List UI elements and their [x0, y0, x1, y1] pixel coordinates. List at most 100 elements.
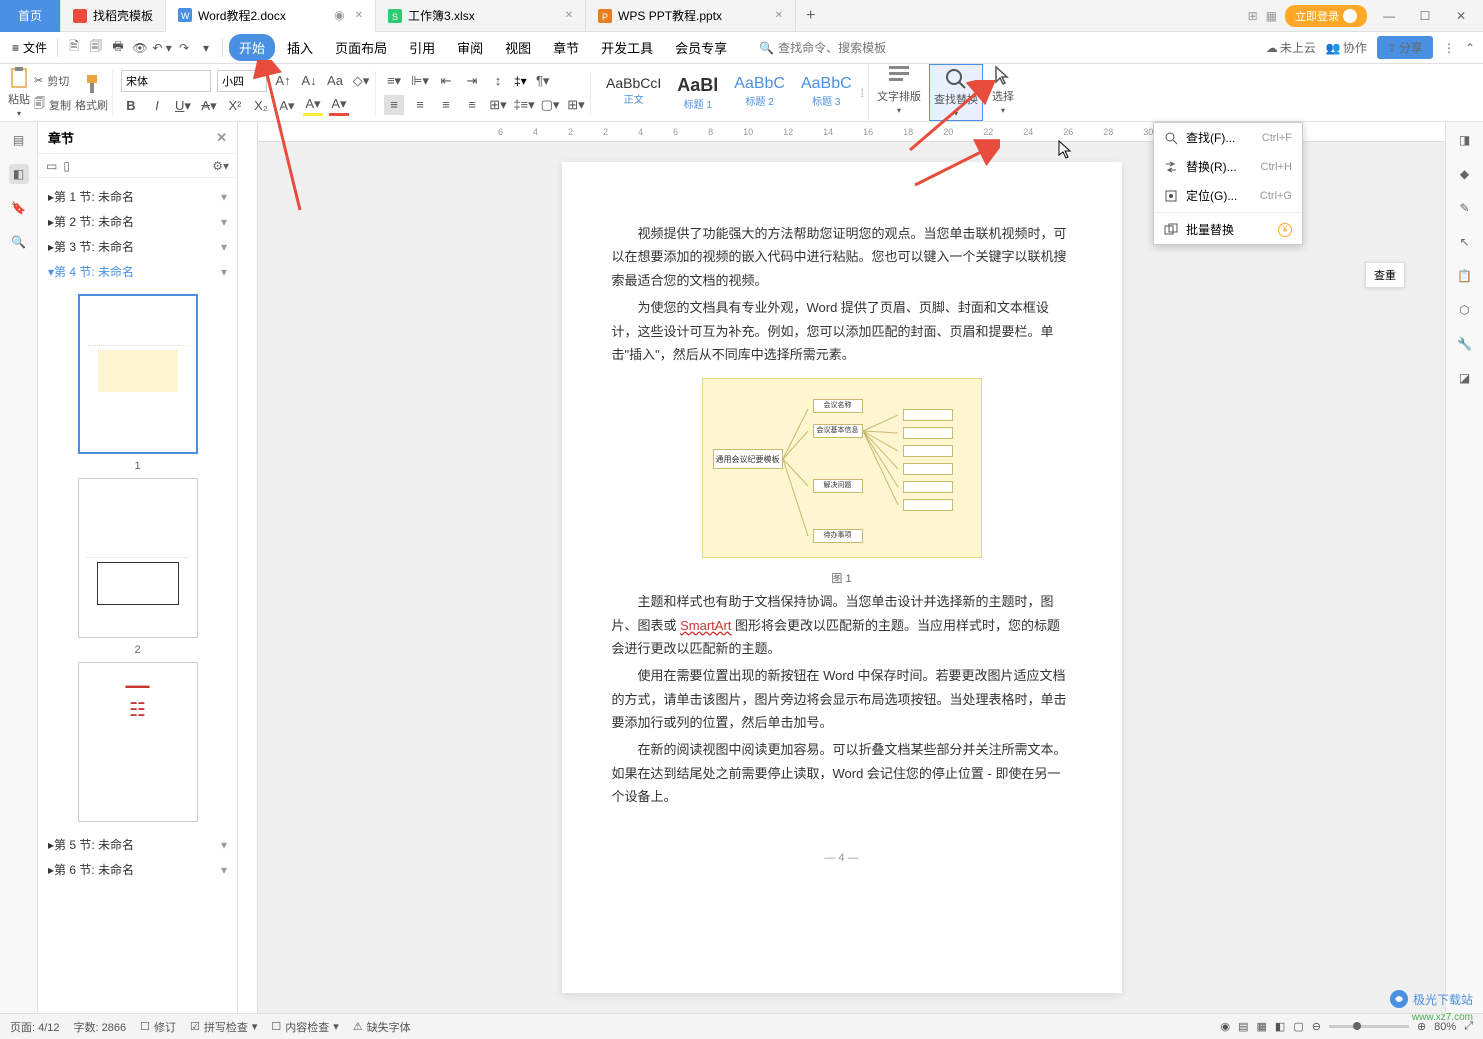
increase-font-icon[interactable]: A↑	[273, 71, 293, 91]
maximize-button[interactable]: ☐	[1411, 9, 1439, 23]
outline-item-3[interactable]: ▸ 第 3 节: 未命名▾	[38, 234, 237, 259]
page-thumb-2[interactable]	[78, 478, 198, 638]
rail-bookmark-icon[interactable]: 🔖	[9, 198, 29, 218]
rail-pen-icon[interactable]: ✎	[1455, 198, 1475, 218]
close-icon[interactable]: ✕	[565, 10, 573, 21]
tool-blank-icon[interactable]: ▯	[63, 159, 70, 173]
font-select[interactable]	[121, 70, 211, 92]
paste-button[interactable]: 粘贴▾	[8, 67, 30, 118]
dropdown-find[interactable]: 查找(F)... Ctrl+F	[1154, 123, 1302, 152]
italic-button[interactable]: I	[147, 96, 167, 116]
status-page[interactable]: 页面: 4/12	[10, 1019, 60, 1035]
tab-templates[interactable]: 找稻壳模板	[61, 0, 166, 32]
share-button[interactable]: ⇪ 分享	[1377, 36, 1433, 59]
style-normal[interactable]: AaBbCcI 正文	[599, 72, 668, 114]
view-read-icon[interactable]: ◉	[1220, 1020, 1230, 1033]
tab-home[interactable]: 首页	[0, 0, 61, 32]
line-height-button[interactable]: ‡≡▾	[514, 95, 534, 115]
print-preview-icon[interactable]: 👁	[130, 38, 150, 58]
outline-item-5[interactable]: ▸ 第 5 节: 未命名▾	[38, 832, 237, 857]
style-heading1[interactable]: AaBl 标题 1	[670, 72, 725, 114]
zoom-slider[interactable]	[1329, 1025, 1409, 1028]
outline-item-4[interactable]: ▾ 第 4 节: 未命名▾	[38, 259, 237, 284]
decrease-font-icon[interactable]: A↓	[299, 71, 319, 91]
zoom-out-button[interactable]: ⊖	[1312, 1020, 1321, 1033]
format-painter-button[interactable]: 格式刷	[75, 73, 108, 113]
document-page[interactable]: 视频提供了功能强大的方法帮助您证明您的观点。当您单击联机视频时，可以在想要添加的…	[562, 162, 1122, 993]
numbering-button[interactable]: ⊫▾	[410, 71, 430, 91]
border-button[interactable]: ⊞▾	[566, 95, 586, 115]
cut-button[interactable]: ✂剪切	[34, 70, 71, 92]
increase-indent-button[interactable]: ⇥	[462, 71, 482, 91]
menu-tab-review[interactable]: 审阅	[447, 34, 493, 61]
bold-button[interactable]: B	[121, 96, 141, 116]
redo-icon[interactable]: ↷	[174, 38, 194, 58]
print-icon[interactable]: 🖶	[108, 38, 128, 58]
view-page-icon[interactable]: ▤	[1238, 1020, 1248, 1033]
menu-tab-reference[interactable]: 引用	[399, 34, 445, 61]
view-focus-icon[interactable]: ▢	[1293, 1020, 1303, 1033]
menu-tab-member[interactable]: 会员专享	[665, 34, 737, 61]
command-search[interactable]: 🔍	[759, 41, 898, 55]
styles-more-icon[interactable]: ⁞	[861, 86, 864, 100]
file-menu[interactable]: ≡ 文件	[8, 39, 51, 56]
save-icon[interactable]: 🗎	[64, 38, 84, 58]
select-button[interactable]: 选择▾	[991, 64, 1015, 121]
outline-item-2[interactable]: ▸ 第 2 节: 未命名▾	[38, 209, 237, 234]
text-effect-button[interactable]: A▾	[277, 96, 297, 116]
rail-select-icon[interactable]: ↖	[1455, 232, 1475, 252]
grid-icon[interactable]: ▦	[1266, 9, 1277, 23]
add-tab-button[interactable]: +	[796, 7, 825, 25]
close-icon[interactable]: ✕	[775, 10, 783, 21]
search-input[interactable]	[778, 41, 898, 55]
align-left-button[interactable]: ≡	[384, 95, 404, 115]
dropdown-batch-replace[interactable]: 批量替换 ¥	[1154, 215, 1302, 244]
underline-button[interactable]: U▾	[173, 96, 193, 116]
rail-clip-icon[interactable]: ◪	[1455, 368, 1475, 388]
more-icon[interactable]: ⋮	[1443, 41, 1455, 55]
style-heading3[interactable]: AaBbC 标题 3	[794, 72, 859, 114]
subscript-button[interactable]: X₂	[251, 96, 271, 116]
outline-item-6[interactable]: ▸ 第 6 节: 未命名▾	[38, 857, 237, 882]
rail-wrench-icon[interactable]: 🔧	[1455, 334, 1475, 354]
font-color-button[interactable]: A▾	[329, 96, 349, 116]
rail-toggle-icon[interactable]: ◨	[1455, 130, 1475, 150]
style-heading2[interactable]: AaBbC 标题 2	[727, 72, 792, 114]
outline-item-1[interactable]: ▸ 第 1 节: 未命名▾	[38, 184, 237, 209]
menu-tab-section[interactable]: 章节	[543, 34, 589, 61]
show-marks-button[interactable]: ¶▾	[533, 71, 553, 91]
tool-settings-icon[interactable]: ⚙▾	[212, 159, 229, 173]
collapse-icon[interactable]: ⌃	[1465, 41, 1475, 55]
menu-tab-view[interactable]: 视图	[495, 34, 541, 61]
layout-icon[interactable]: ⊞	[1248, 9, 1258, 23]
decrease-indent-button[interactable]: ⇤	[436, 71, 456, 91]
menu-tab-insert[interactable]: 插入	[277, 34, 323, 61]
sort-button[interactable]: ↕	[488, 71, 508, 91]
superscript-button[interactable]: X²	[225, 96, 245, 116]
rail-shape-icon[interactable]: ⬡	[1455, 300, 1475, 320]
status-content-check[interactable]: ☐内容检查▾	[271, 1019, 338, 1035]
distribute-button[interactable]: ⊞▾	[488, 95, 508, 115]
menu-tab-start[interactable]: 开始	[229, 34, 275, 61]
tool-new-icon[interactable]: ▭	[46, 159, 57, 173]
justify-button[interactable]: ≡	[462, 95, 482, 115]
strikethrough-button[interactable]: A▾	[199, 96, 219, 116]
rail-style-icon[interactable]: ◆	[1455, 164, 1475, 184]
tab-ppt[interactable]: P WPS PPT教程.pptx ✕	[586, 0, 796, 32]
find-replace-button[interactable]: 查找替换▾	[929, 64, 983, 121]
status-spellcheck[interactable]: ☑拼写检查▾	[190, 1019, 257, 1035]
copy-button[interactable]: 🗐复制	[34, 94, 71, 116]
pin-icon[interactable]: ◉	[334, 8, 344, 22]
view-outline-icon[interactable]: ◧	[1275, 1020, 1285, 1033]
status-missing-font[interactable]: ⚠缺失字体	[353, 1019, 411, 1035]
check-panel[interactable]: 查重	[1365, 262, 1405, 288]
minimize-button[interactable]: —	[1375, 9, 1403, 23]
close-button[interactable]: ✕	[1447, 9, 1475, 23]
sidebar-close-icon[interactable]: ✕	[216, 130, 227, 146]
highlight-button[interactable]: A▾	[303, 96, 323, 116]
rail-outline-icon[interactable]: ◧	[9, 164, 29, 184]
menu-tab-layout[interactable]: 页面布局	[325, 34, 397, 61]
save-as-icon[interactable]: 🗐	[86, 38, 106, 58]
page-thumb-3[interactable]: ▬▬▬ ▬ ▬▬ ▬▬ ▬	[78, 662, 198, 822]
tab-excel[interactable]: S 工作簿3.xlsx ✕	[376, 0, 586, 32]
